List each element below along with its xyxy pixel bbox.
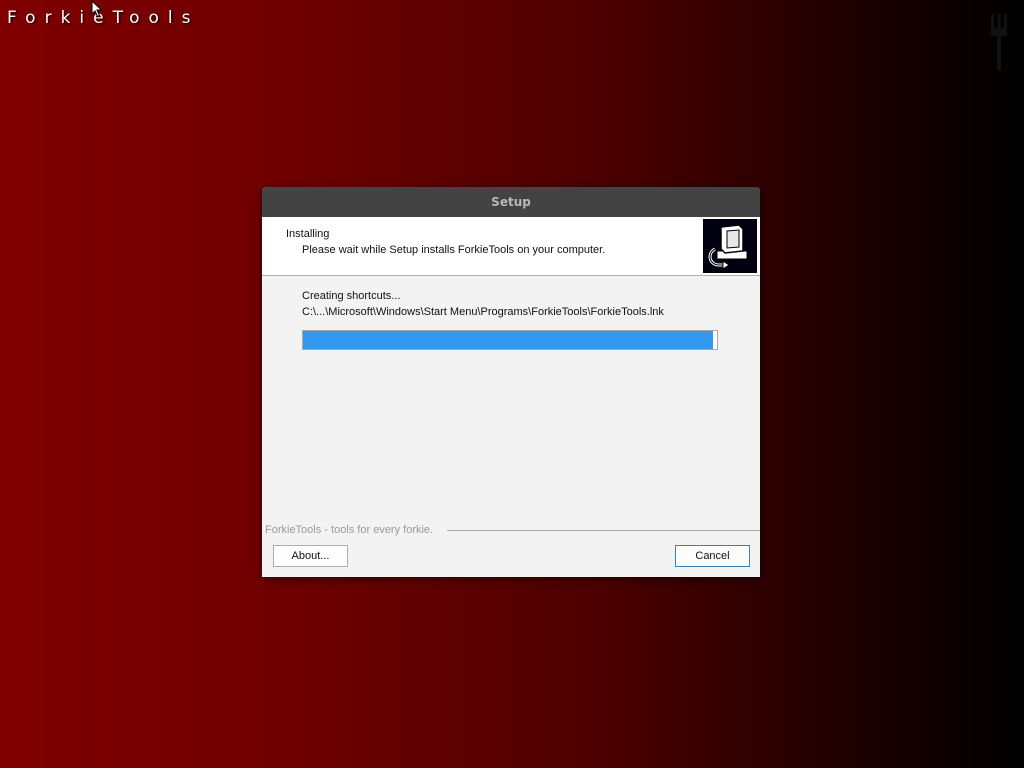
cancel-button[interactable]: Cancel: [675, 545, 750, 567]
window-title: Setup: [262, 187, 760, 217]
header-subtitle: Please wait while Setup installs ForkieT…: [302, 244, 606, 256]
desktop-title: ForkieTools: [7, 8, 200, 28]
wizard-header: Installing Please wait while Setup insta…: [262, 217, 760, 276]
progress-bar-fill: [303, 331, 713, 349]
progress-status: Creating shortcuts...: [302, 290, 401, 302]
setup-window: Setup Installing Please wait while Setup…: [262, 187, 760, 577]
progress-detail: C:\...\Microsoft\Windows\Start Menu\Prog…: [302, 306, 664, 318]
fork-icon: [991, 14, 1007, 70]
branding-row: ForkieTools - tools for every forkie.: [265, 523, 760, 537]
branding-divider: [447, 530, 760, 531]
installer-computer-icon: [703, 219, 757, 273]
about-button[interactable]: About...: [273, 545, 348, 567]
branding-text: ForkieTools - tools for every forkie.: [265, 523, 440, 537]
mouse-cursor-icon: [91, 0, 103, 18]
progress-bar: [302, 330, 718, 350]
header-title: Installing: [286, 228, 330, 240]
